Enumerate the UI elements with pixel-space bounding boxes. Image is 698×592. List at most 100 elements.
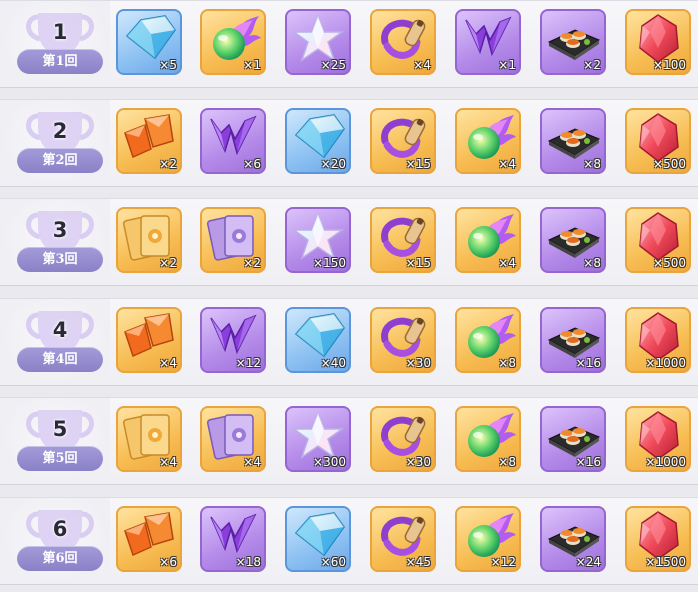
reward-item-slot[interactable]: ×8 bbox=[540, 207, 606, 273]
reward-item-slot[interactable]: ×18 bbox=[200, 506, 266, 572]
item-quantity: ×2 bbox=[243, 256, 261, 270]
crystal-icon bbox=[294, 512, 345, 557]
spirit-orb-icon bbox=[468, 314, 516, 358]
red-gem-icon bbox=[639, 411, 679, 460]
item-quantity: ×1 bbox=[243, 58, 261, 72]
item-quantity: ×2 bbox=[159, 256, 177, 270]
reward-item-slot[interactable]: ×45 bbox=[370, 506, 436, 572]
rank-number: 3 bbox=[52, 218, 68, 242]
red-gem-icon bbox=[639, 14, 679, 63]
reward-item-slot[interactable]: ×4 bbox=[370, 9, 436, 75]
item-quantity: ×500 bbox=[653, 157, 686, 171]
reward-item-slot[interactable]: ×8 bbox=[540, 108, 606, 174]
item-quantity: ×45 bbox=[405, 555, 431, 569]
spirit-orb-icon bbox=[468, 115, 516, 159]
bead-necklace-icon bbox=[381, 118, 426, 158]
crystal-icon bbox=[294, 313, 345, 358]
reward-item-slot[interactable]: ×15 bbox=[370, 108, 436, 174]
rank-number: 2 bbox=[52, 119, 68, 143]
bead-necklace-icon bbox=[381, 217, 426, 257]
crystal-icon bbox=[125, 15, 176, 60]
purple-shard-icon bbox=[465, 16, 512, 57]
reward-item-slot[interactable]: ×1000 bbox=[625, 307, 691, 373]
reward-item-slot[interactable]: ×4 bbox=[455, 207, 521, 273]
reward-item-slot[interactable]: ×40 bbox=[285, 307, 351, 373]
item-quantity: ×15 bbox=[405, 256, 431, 270]
item-quantity: ×8 bbox=[583, 157, 601, 171]
reward-item-slot[interactable]: ×16 bbox=[540, 406, 606, 472]
reward-row: 5 第5回 ×4 ×4 ×300 ×30 ×8 ×16 ×1000 bbox=[0, 397, 698, 485]
item-quantity: ×4 bbox=[413, 58, 431, 72]
item-quantity: ×1000 bbox=[645, 356, 686, 370]
bead-necklace-icon bbox=[381, 416, 426, 456]
item-quantity: ×4 bbox=[159, 356, 177, 370]
reward-item-slot[interactable]: ×24 bbox=[540, 506, 606, 572]
reward-item-slot[interactable]: ×5 bbox=[116, 9, 182, 75]
sushi-platter-icon bbox=[547, 227, 601, 258]
rank-label: 第1回 bbox=[17, 49, 103, 74]
rank-badge: 4 第4回 bbox=[10, 303, 110, 383]
reward-item-slot[interactable]: ×2 bbox=[116, 108, 182, 174]
reward-list: 1 第1回 ×5 ×1 ×25 ×4 ×1 ×2 ×100 2 第2回 ×2 ×6 ×20 ×15 ×4 ×8 ×… bbox=[0, 0, 698, 592]
item-quantity: ×300 bbox=[313, 455, 346, 469]
reward-item-slot[interactable]: ×60 bbox=[285, 506, 351, 572]
spirit-orb-icon bbox=[468, 214, 516, 258]
reward-item-slot[interactable]: ×4 bbox=[200, 406, 266, 472]
reward-item-slot[interactable]: ×1 bbox=[455, 9, 521, 75]
spirit-orb-icon bbox=[468, 513, 516, 557]
reward-item-slot[interactable]: ×500 bbox=[625, 207, 691, 273]
reward-item-slot[interactable]: ×1500 bbox=[625, 506, 691, 572]
reward-item-slot[interactable]: ×30 bbox=[370, 406, 436, 472]
item-quantity: ×12 bbox=[490, 555, 516, 569]
reward-row: 3 第3回 ×2 ×2 ×150 ×15 ×4 ×8 ×500 bbox=[0, 198, 698, 286]
reward-item-slot[interactable]: ×4 bbox=[116, 406, 182, 472]
reward-item-slot[interactable]: ×6 bbox=[200, 108, 266, 174]
item-quantity: ×6 bbox=[243, 157, 261, 171]
gold-card-icon bbox=[122, 215, 170, 261]
item-quantity: ×30 bbox=[405, 356, 431, 370]
rank-label: 第6回 bbox=[17, 546, 103, 571]
reward-item-slot[interactable]: ×15 bbox=[370, 207, 436, 273]
reward-item-slot[interactable]: ×16 bbox=[540, 307, 606, 373]
reward-item-slot[interactable]: ×100 bbox=[625, 9, 691, 75]
reward-item-slot[interactable]: ×8 bbox=[455, 406, 521, 472]
rank-label: 第4回 bbox=[17, 347, 103, 372]
reward-item-slot[interactable]: ×2 bbox=[540, 9, 606, 75]
reward-item-slot[interactable]: ×8 bbox=[455, 307, 521, 373]
orange-shard-icon bbox=[124, 512, 174, 557]
reward-item-slot[interactable]: ×150 bbox=[285, 207, 351, 273]
gold-card-icon bbox=[122, 414, 170, 460]
reward-item-slot[interactable]: ×2 bbox=[116, 207, 182, 273]
red-gem-icon bbox=[639, 113, 679, 162]
reward-item-slot[interactable]: ×20 bbox=[285, 108, 351, 174]
rank-number: 1 bbox=[52, 20, 68, 44]
spirit-orb-icon bbox=[468, 413, 516, 457]
reward-item-slot[interactable]: ×4 bbox=[455, 108, 521, 174]
reward-item-slot[interactable]: ×12 bbox=[455, 506, 521, 572]
reward-item-slot[interactable]: ×6 bbox=[116, 506, 182, 572]
item-quantity: ×18 bbox=[235, 555, 261, 569]
purple-card-icon bbox=[206, 215, 254, 261]
rank-badge: 3 第3回 bbox=[10, 203, 110, 283]
item-quantity: ×5 bbox=[159, 58, 177, 72]
sushi-platter-icon bbox=[547, 426, 601, 457]
rank-number: 6 bbox=[52, 517, 68, 541]
reward-item-slot[interactable]: ×1 bbox=[200, 9, 266, 75]
spirit-orb-icon bbox=[213, 16, 261, 60]
item-quantity: ×1500 bbox=[645, 555, 686, 569]
reward-item-slot[interactable]: ×300 bbox=[285, 406, 351, 472]
prism-star-icon bbox=[291, 410, 345, 459]
red-gem-icon bbox=[639, 312, 679, 361]
red-gem-icon bbox=[639, 212, 679, 261]
reward-item-slot[interactable]: ×4 bbox=[116, 307, 182, 373]
bead-necklace-icon bbox=[381, 317, 426, 357]
reward-item-slot[interactable]: ×30 bbox=[370, 307, 436, 373]
item-quantity: ×4 bbox=[498, 256, 516, 270]
reward-item-slot[interactable]: ×25 bbox=[285, 9, 351, 75]
reward-item-slot[interactable]: ×1000 bbox=[625, 406, 691, 472]
reward-item-slot[interactable]: ×500 bbox=[625, 108, 691, 174]
reward-item-slot[interactable]: ×12 bbox=[200, 307, 266, 373]
rank-number: 4 bbox=[52, 318, 68, 342]
rank-badge: 2 第2回 bbox=[10, 104, 110, 184]
reward-item-slot[interactable]: ×2 bbox=[200, 207, 266, 273]
